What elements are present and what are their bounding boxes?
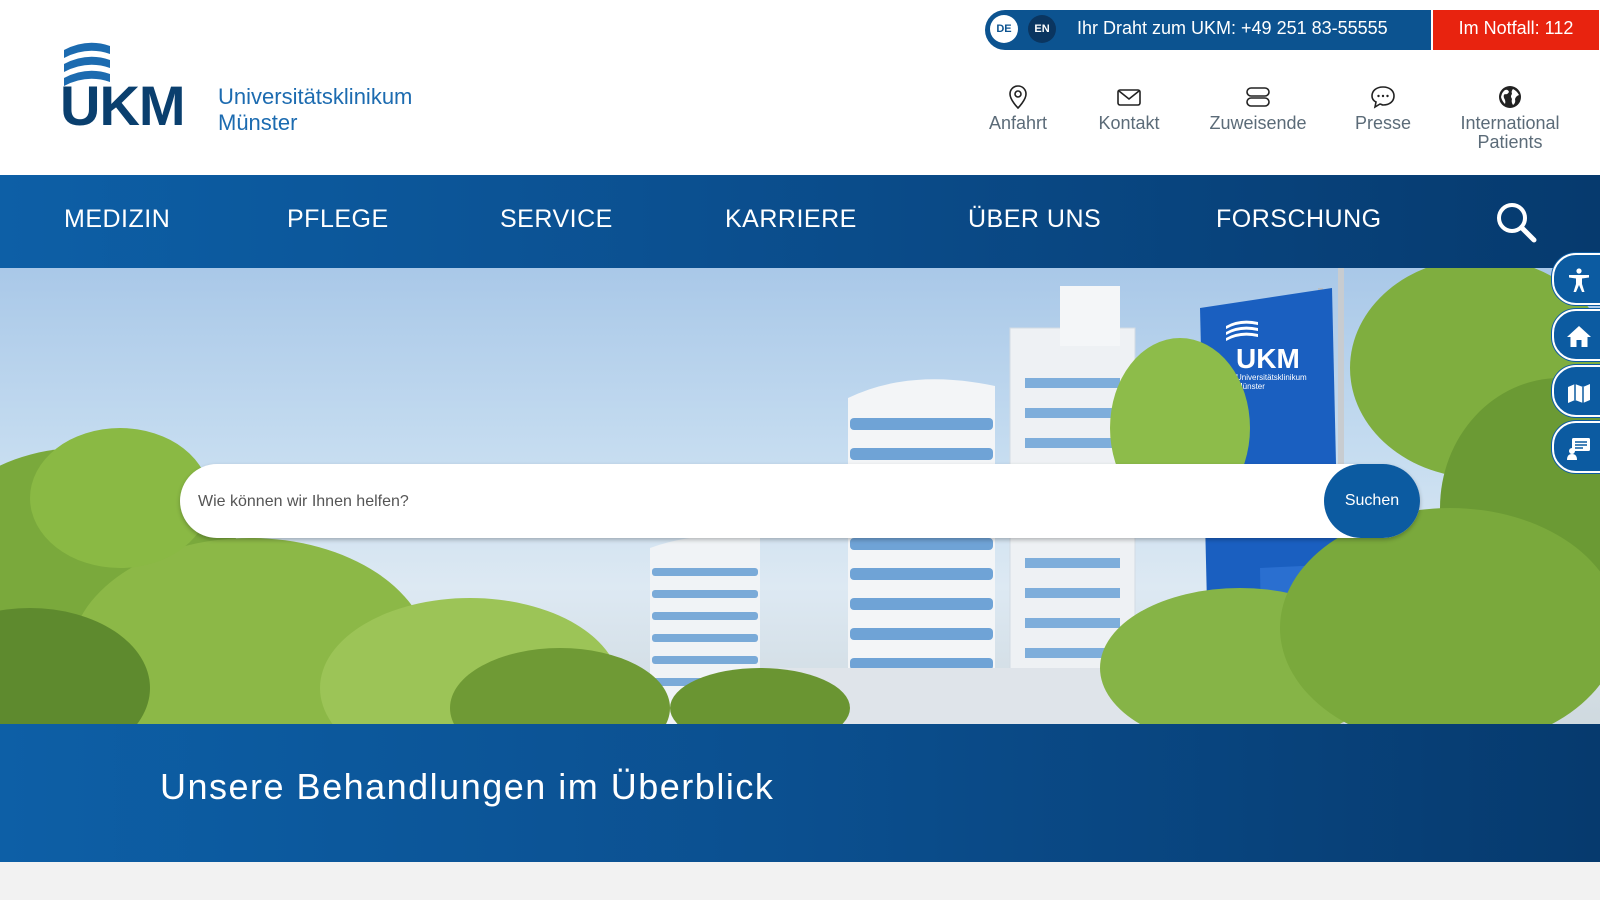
- treatments-title: Unsere Behandlungen im Überblick: [160, 766, 775, 807]
- quicklink-presse[interactable]: Presse: [1352, 84, 1414, 133]
- site-map-button[interactable]: [1552, 365, 1600, 417]
- home-icon: [1567, 326, 1591, 347]
- search-box: Suchen: [180, 464, 1420, 540]
- speech-bubble-icon: [1352, 84, 1414, 112]
- search-icon[interactable]: [1494, 200, 1538, 244]
- accessibility-button[interactable]: [1552, 253, 1600, 305]
- quicklink-kontakt[interactable]: Kontakt: [1094, 84, 1164, 133]
- quicklinks: Anfahrt Kontakt Zuweisende Presse Intern…: [0, 84, 1600, 164]
- quicklink-label: Kontakt: [1098, 113, 1160, 133]
- nav-item-karriere[interactable]: KARRIERE: [725, 175, 857, 268]
- hero-image: UKM Universitätsklinikum Münster Suchen: [0, 268, 1600, 724]
- content-area: [0, 862, 1600, 900]
- search-input[interactable]: [196, 464, 1290, 540]
- quicklink-label: Presse: [1354, 113, 1412, 133]
- envelope-icon: [1094, 84, 1164, 112]
- hotline-link[interactable]: Ihr Draht zum UKM: +49 251 83-55555: [1077, 10, 1388, 50]
- map-icon: [1568, 384, 1590, 403]
- nav-item-ueber-uns[interactable]: ÜBER UNS: [968, 175, 1101, 268]
- nav-item-service[interactable]: SERVICE: [500, 175, 613, 268]
- nav-item-forschung[interactable]: FORSCHUNG: [1216, 175, 1382, 268]
- quicklink-international-patients[interactable]: International Patients: [1452, 84, 1568, 152]
- flag-name-line1: Universitätsklinikum: [1236, 373, 1307, 382]
- site-header: UKM Universitätsklinikum Münster DE EN I…: [0, 0, 1600, 175]
- treatments-banner: Unsere Behandlungen im Überblick: [0, 724, 1600, 862]
- search-button[interactable]: Suchen: [1324, 464, 1420, 538]
- home-button[interactable]: [1552, 309, 1600, 361]
- contact-topbar: DE EN Ihr Draht zum UKM: +49 251 83-5555…: [985, 10, 1431, 50]
- nav-item-medizin[interactable]: MEDIZIN: [64, 175, 170, 268]
- quicklink-label: Zuweisende: [1209, 113, 1307, 133]
- language-de-button[interactable]: DE: [990, 15, 1018, 43]
- quicklink-anfahrt[interactable]: Anfahrt: [984, 84, 1052, 133]
- chat-icon: [1567, 438, 1590, 460]
- quicklink-zuweisende[interactable]: Zuweisende: [1204, 84, 1312, 133]
- flag-abbreviation: UKM: [1236, 343, 1300, 374]
- emergency-link[interactable]: Im Notfall: 112: [1433, 10, 1599, 50]
- quicklink-label-line2: Patients: [1477, 132, 1543, 152]
- accessibility-icon: [1569, 268, 1589, 292]
- main-navigation: MEDIZIN PFLEGE SERVICE KARRIERE ÜBER UNS…: [0, 175, 1600, 268]
- quicklink-label: International: [1460, 113, 1560, 133]
- globe-icon: [1452, 84, 1568, 112]
- location-pin-icon: [984, 84, 1052, 112]
- quicklink-label: Anfahrt: [988, 113, 1048, 133]
- nav-item-pflege[interactable]: PFLEGE: [287, 175, 389, 268]
- chat-button[interactable]: [1552, 421, 1600, 473]
- referral-icon: [1204, 84, 1312, 112]
- language-en-button[interactable]: EN: [1028, 15, 1056, 43]
